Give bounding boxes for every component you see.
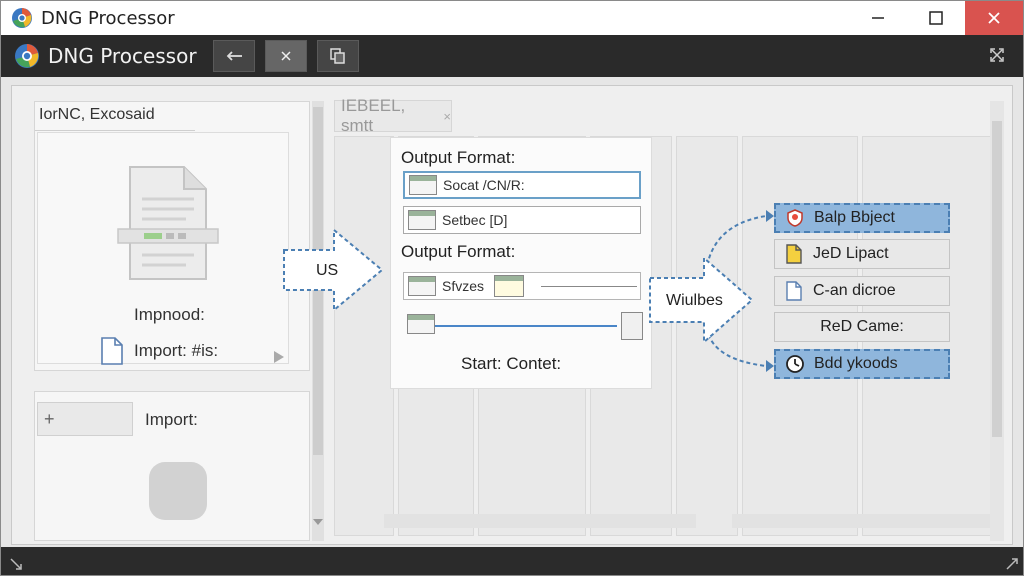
copy-button[interactable] [316,40,359,72]
clock-icon [784,353,806,375]
close-x-icon [281,51,291,61]
doc-icon [101,337,123,365]
right-scrollbar[interactable] [990,101,1004,541]
add-import-button[interactable]: + [37,402,133,436]
tab-editor[interactable]: IEBEEL, smtt × [334,96,452,135]
output-item-1[interactable]: Balp Bbject [774,203,950,233]
import-file-link[interactable]: Import: #is: [100,336,218,366]
app-window: DNG Processor DNG Processor IorNC, Excos… [0,0,1024,576]
output-format-select-3-value: Sfvzes [442,278,485,294]
window-thumb-icon [407,314,435,334]
shield-icon [784,207,806,229]
tab-editor-label: IEBEEL, smtt [341,96,406,135]
close-icon [988,12,1000,24]
clear-button[interactable] [264,40,307,72]
output-format-select-1[interactable]: Socat /CN/R: [403,171,641,199]
output-format-select-1-value: Socat /CN/R: [443,177,525,193]
scroll-down-arrow-icon[interactable] [313,519,323,525]
close-button[interactable] [965,1,1023,35]
start-content-label: Start: Contet: [461,354,562,373]
back-button[interactable] [212,40,255,72]
document-placeholder-icon [117,166,219,280]
status-bar [1,547,1023,575]
connector-line-blue [435,325,617,327]
import-panel-title: IorNC, Excosaid [39,106,155,123]
flow-arrow-right [649,210,774,372]
output-item-5[interactable]: Bdd ykoods [774,349,950,379]
left-scrollbar[interactable] [312,101,324,541]
yellow-doc-icon [783,243,805,265]
horizontal-scrollbar[interactable] [384,514,696,528]
minimize-button[interactable] [849,1,907,35]
horizontal-scrollbar-right[interactable] [732,514,992,528]
minimize-icon [872,17,884,19]
app-toolbar: DNG Processor [1,35,1023,77]
output-item-3[interactable]: C-an dicroe [774,276,950,306]
output-format-label-2: Output Format: [401,242,516,261]
import-dropzone[interactable]: Impnood: Import: #is: [37,132,289,366]
output-item-5-label: Bdd ykoods [814,355,898,372]
output-format-select-2[interactable]: Setbec [D] [403,206,641,234]
expand-arrows-icon [990,48,1004,62]
back-arrow-icon [226,51,242,61]
maximize-icon [929,11,943,25]
output-format-select-2-value: Setbec [D] [442,212,508,228]
flow-arrow-right-label: Wiulbes [666,292,723,309]
flow-arrow-left-label: US [316,262,339,279]
workspace: IorNC, Excosaid Impnood: Import: #is: + … [11,85,1013,545]
maximize-button[interactable] [907,1,965,35]
plus-icon: + [44,408,55,429]
import-file-label: Import: #is: [134,341,219,360]
output-item-1-label: Balp Bbject [814,209,895,226]
yellow-thumb-icon [494,275,525,297]
output-item-4[interactable]: ReD Came: [774,312,950,342]
output-item-2[interactable]: JeD Lipact [774,239,950,269]
doc-icon [783,280,805,302]
output-item-3-label: C-an dicroe [813,282,896,299]
os-title-bar: DNG Processor [1,1,1023,35]
import-heading: Impnood: [134,305,205,324]
right-scrollbar-thumb[interactable] [992,121,1002,437]
copy-icon [329,48,345,64]
expand-button[interactable] [985,43,1009,67]
window-thumb-icon [408,276,436,296]
placeholder-shape [149,462,207,520]
connector-line [541,286,637,287]
lower-import-label: Import: [145,410,198,429]
output-item-4-label: ReD Came: [820,318,904,335]
window-controls [849,1,1023,35]
grid-column [334,136,394,536]
app-logo-icon [15,44,39,68]
window-thumb-icon [408,210,436,230]
panel-title-divider [35,130,195,131]
file-thumb-icon [621,312,643,340]
resize-grip-icon[interactable] [1005,557,1019,571]
import-lower-panel: + Import: [34,391,310,541]
output-format-dialog: Output Format: Socat /CN/R: Setbec [D] O… [390,137,652,389]
import-panel: IorNC, Excosaid Impnood: Import: #is: [34,101,310,371]
tab-close-icon[interactable]: × [443,109,451,124]
play-triangle-icon [274,351,284,363]
os-window-title: DNG Processor [41,7,175,29]
resize-left-icon [10,558,22,570]
output-format-label-1: Output Format: [401,148,516,167]
app-title: DNG Processor [48,44,197,68]
app-globe-icon [12,8,32,28]
output-item-2-label: JeD Lipact [813,245,889,262]
window-thumb-icon [409,175,437,195]
